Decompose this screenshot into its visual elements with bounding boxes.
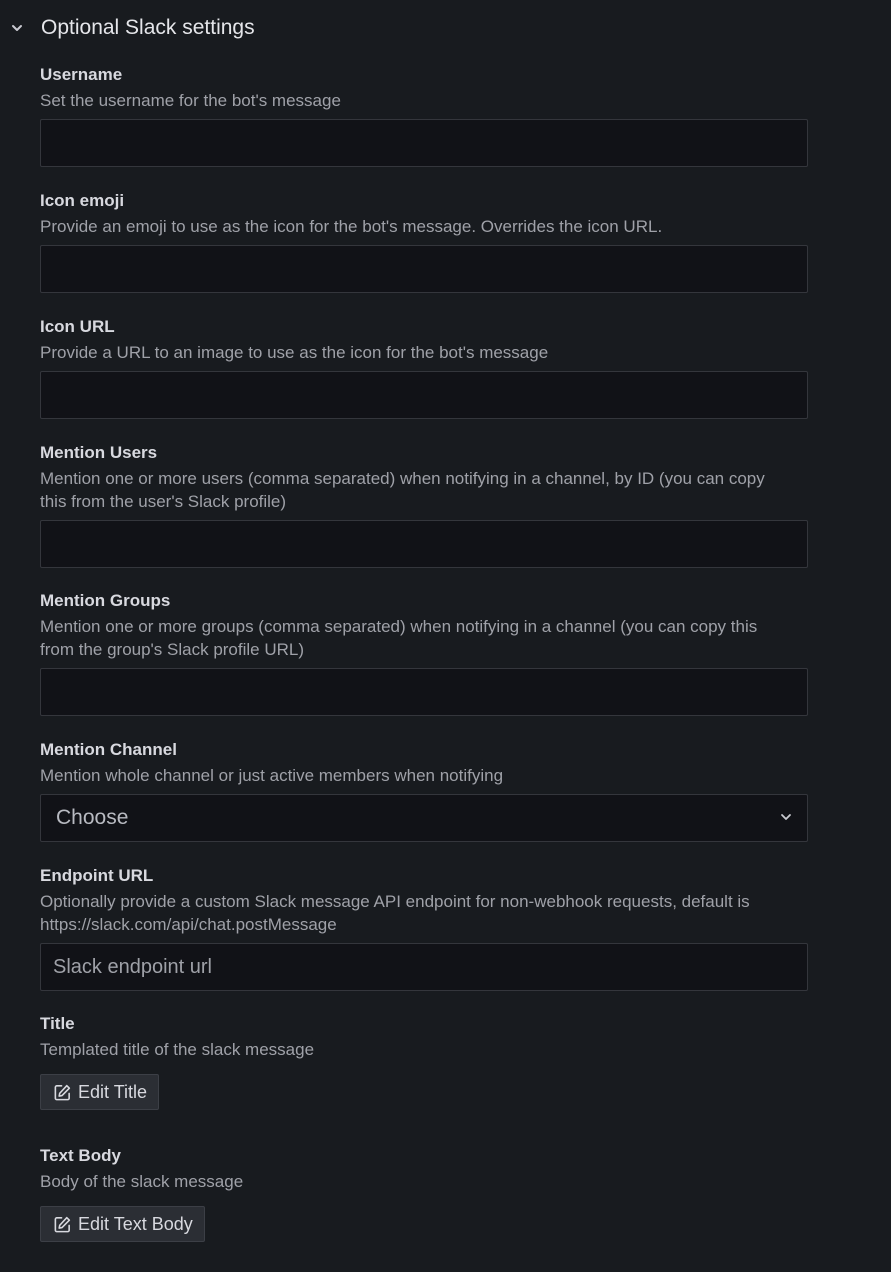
- chevron-down-icon: [779, 807, 793, 830]
- icon-url-input[interactable]: [40, 371, 808, 419]
- edit-title-button-label: Edit Title: [78, 1081, 148, 1102]
- title-description: Templated title of the slack message: [40, 1040, 315, 1059]
- icon-url-field-group: Icon URL Provide a URL to an image to us…: [40, 316, 808, 419]
- mention-channel-selected-value: Choose: [56, 806, 129, 829]
- username-field-group: Username Set the username for the bot's …: [40, 64, 808, 167]
- mention-channel-select[interactable]: Choose: [40, 794, 808, 842]
- edit-icon: [53, 1083, 72, 1102]
- section-header-toggle[interactable]: Optional Slack settings: [6, 12, 255, 44]
- edit-icon: [53, 1215, 72, 1234]
- icon-emoji-field-group: Icon emoji Provide an emoji to use as th…: [40, 190, 808, 293]
- section-title: Optional Slack settings: [41, 16, 255, 39]
- edit-text-body-button[interactable]: Edit Text Body: [40, 1206, 205, 1242]
- endpoint-url-label: Endpoint URL: [40, 866, 154, 885]
- title-field-group: Title Templated title of the slack messa…: [40, 1013, 808, 1110]
- mention-groups-input[interactable]: [40, 668, 808, 716]
- endpoint-url-input[interactable]: Slack endpoint url: [40, 943, 808, 991]
- username-input[interactable]: [40, 119, 808, 167]
- mention-users-label: Mention Users: [40, 443, 158, 462]
- title-label: Title: [40, 1014, 75, 1033]
- mention-channel-label: Mention Channel: [40, 740, 177, 759]
- text-body-description: Body of the slack message: [40, 1172, 244, 1191]
- icon-emoji-input[interactable]: [40, 245, 808, 293]
- username-description: Set the username for the bot's message: [40, 91, 341, 110]
- mention-channel-field-group: Mention Channel Mention whole channel or…: [40, 739, 808, 842]
- mention-users-field-group: Mention Users Mention one or more users …: [40, 442, 808, 568]
- edit-title-button[interactable]: Edit Title: [40, 1074, 160, 1110]
- mention-users-description: Mention one or more users (comma separat…: [40, 469, 765, 511]
- icon-emoji-label: Icon emoji: [40, 191, 125, 210]
- icon-url-label: Icon URL: [40, 317, 115, 336]
- edit-text-body-button-label: Edit Text Body: [78, 1213, 193, 1234]
- mention-channel-description: Mention whole channel or just active mem…: [40, 766, 504, 785]
- chevron-down-icon[interactable]: [6, 17, 28, 39]
- icon-url-description: Provide a URL to an image to use as the …: [40, 343, 549, 362]
- username-label: Username: [40, 65, 123, 84]
- endpoint-url-description: Optionally provide a custom Slack messag…: [40, 892, 750, 934]
- icon-emoji-description: Provide an emoji to use as the icon for …: [40, 217, 663, 236]
- mention-users-input[interactable]: [40, 520, 808, 568]
- mention-groups-label: Mention Groups: [40, 591, 171, 610]
- text-body-field-group: Text Body Body of the slack message Edit…: [40, 1145, 808, 1242]
- mention-groups-description: Mention one or more groups (comma separa…: [40, 617, 758, 659]
- mention-groups-field-group: Mention Groups Mention one or more group…: [40, 590, 808, 716]
- text-body-label: Text Body: [40, 1146, 121, 1165]
- optional-slack-settings-panel: Optional Slack settings Username Set the…: [0, 0, 891, 1272]
- endpoint-url-field-group: Endpoint URL Optionally provide a custom…: [40, 865, 808, 991]
